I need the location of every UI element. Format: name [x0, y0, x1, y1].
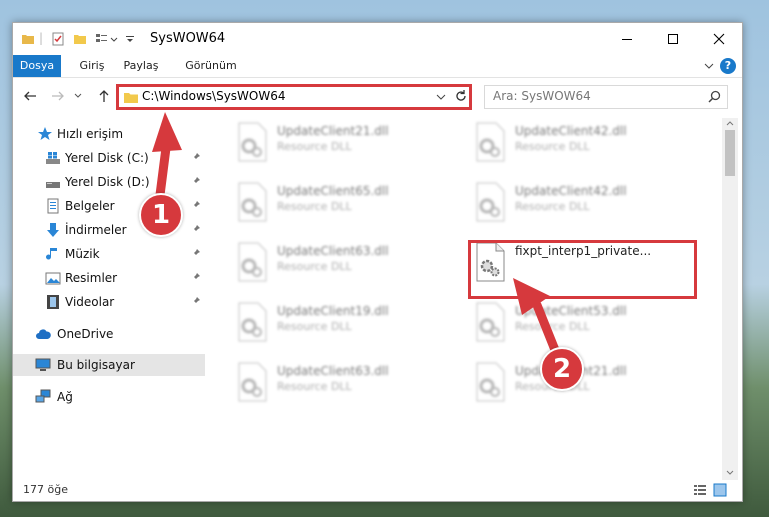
callout-arrows	[152, 112, 560, 355]
callout-arrow-2-head	[513, 278, 550, 315]
callout-badge-2: 2	[540, 347, 584, 391]
callout-arrow-1-head	[152, 112, 182, 152]
callout-badge-1: 1	[139, 193, 183, 237]
callout-arrow-1-shaft	[155, 143, 171, 200]
callout-arrow-2-shaft	[532, 300, 560, 355]
